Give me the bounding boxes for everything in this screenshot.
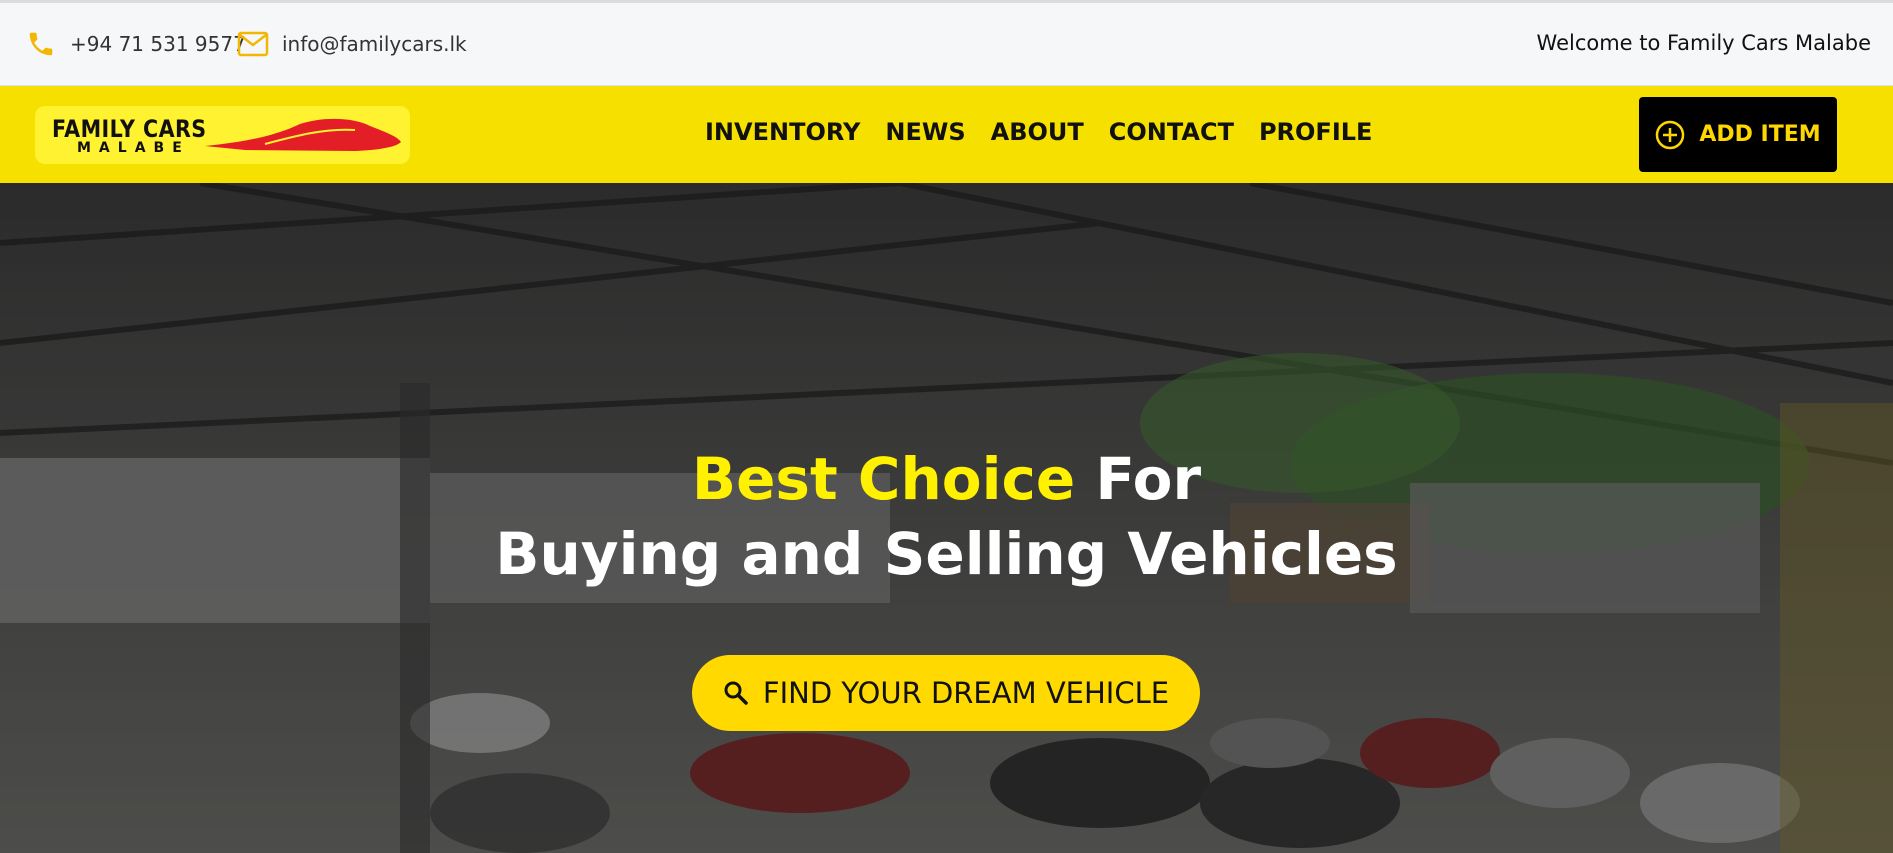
nav-profile[interactable]: PROFILE bbox=[1259, 118, 1372, 146]
hero-title-rest: For bbox=[1075, 445, 1202, 513]
top-contact-bar: +94 71 531 9577 info@familycars.lk Welco… bbox=[0, 0, 1893, 86]
site-logo[interactable]: FAMILY CARS MALABE bbox=[35, 106, 410, 164]
plus-circle-icon bbox=[1655, 120, 1685, 150]
find-vehicle-label: FIND YOUR DREAM VEHICLE bbox=[762, 676, 1170, 710]
email-address[interactable]: info@familycars.lk bbox=[282, 32, 467, 56]
nav-inventory[interactable]: INVENTORY bbox=[705, 118, 860, 146]
email-contact[interactable]: info@familycars.lk bbox=[236, 27, 467, 61]
hero-title: Best Choice For bbox=[0, 445, 1893, 513]
add-item-button[interactable]: ADD ITEM bbox=[1639, 97, 1837, 172]
logo-line1: FAMILY CARS bbox=[52, 115, 207, 143]
nav-contact[interactable]: CONTACT bbox=[1109, 118, 1234, 146]
hero-banner: Best Choice For Buying and Selling Vehic… bbox=[0, 183, 1893, 853]
find-vehicle-button[interactable]: FIND YOUR DREAM VEHICLE bbox=[692, 655, 1200, 731]
mail-icon bbox=[236, 27, 270, 61]
hero-subtitle: Buying and Selling Vehicles bbox=[495, 520, 1398, 588]
logo-line2: MALABE bbox=[77, 140, 190, 156]
primary-nav: INVENTORY NEWS ABOUT CONTACT PROFILE bbox=[705, 118, 1372, 146]
search-icon bbox=[723, 680, 749, 706]
welcome-text: Welcome to Family Cars Malabe bbox=[1536, 31, 1871, 55]
hero-background-image bbox=[0, 183, 1893, 853]
car-silhouette-icon bbox=[205, 118, 401, 151]
hero-title-highlight: Best Choice bbox=[691, 445, 1076, 513]
add-item-label: ADD ITEM bbox=[1699, 122, 1821, 147]
phone-number[interactable]: +94 71 531 9577 bbox=[70, 32, 246, 56]
phone-icon bbox=[24, 27, 58, 61]
nav-news[interactable]: NEWS bbox=[885, 118, 965, 146]
main-navbar: FAMILY CARS MALABE INVENTORY NEWS ABOUT … bbox=[0, 86, 1893, 183]
phone-contact[interactable]: +94 71 531 9577 bbox=[24, 27, 246, 61]
nav-about[interactable]: ABOUT bbox=[991, 118, 1084, 146]
